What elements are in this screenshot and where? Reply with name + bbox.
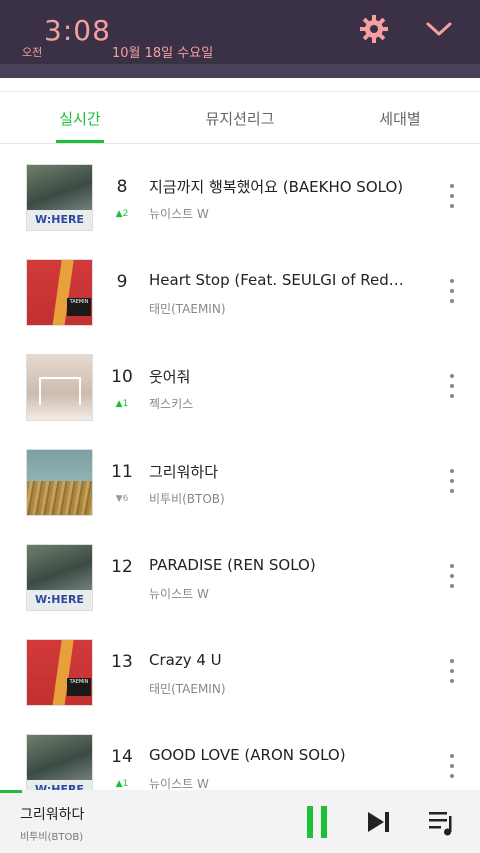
song-artist: 비투비(BTOB) [149,492,225,506]
rank-change: ▼6 [115,494,129,504]
rank-number: 13 [111,652,133,672]
rank-number: 14 [111,747,133,767]
rank-number: 8 [116,177,128,197]
playback-progress[interactable] [0,790,23,793]
music-app-screen: 3:08 오전 10월 18일 수요일 실시간 뮤지션리그 세대별 W:HERE… [0,0,480,853]
tab-musician-league[interactable]: 뮤지션리그 [160,92,320,143]
rank-change: ▲2 [115,209,129,219]
song-artist: 젝스키스 [149,397,194,411]
song-artist: 태민(TAEMIN) [149,302,226,316]
chevron-down-icon[interactable] [424,14,454,44]
chart-row[interactable]: W:HERE 12 PARADISE (REN SOLO) 뉴이스트 W [0,525,480,620]
album-cover: TAEMIN [26,639,93,706]
album-cover: W:HERE [26,544,93,611]
song-artist: 태민(TAEMIN) [149,682,226,696]
cover-text: W:HERE [27,590,92,610]
rank-change: ▲1 [115,779,129,789]
chart-row[interactable]: 11 ▼6 그리워하다 비투비(BTOB) [0,430,480,525]
song-title: 지금까지 행복했어요 (BAEKHO SOLO) [149,178,404,196]
rank-number: 9 [116,272,128,292]
more-options-icon[interactable] [440,656,464,690]
playlist-icon[interactable] [426,804,456,840]
clock-time: 3:08 [44,14,111,47]
gear-icon[interactable] [359,14,389,44]
song-title: GOOD LOVE (ARON SOLO) [149,746,346,764]
song-title: Heart Stop (Feat. SEULGI of Red… [149,271,404,289]
album-cover: W:HERE [26,734,93,790]
album-cover: TAEMIN [26,259,93,326]
chart-row[interactable]: W:HERE 8 ▲2 지금까지 행복했어요 (BAEKHO SOLO) 뉴이스… [0,145,480,240]
more-options-icon[interactable] [440,466,464,500]
more-options-icon[interactable] [440,751,464,785]
album-cover [26,449,93,516]
next-track-icon[interactable] [364,804,394,840]
cover-text: TAEMIN [67,298,91,316]
rank-number: 12 [111,557,133,577]
spacer [0,78,480,92]
song-title: Crazy 4 U [149,651,222,669]
rank-number: 10 [111,367,133,387]
song-title: 그리워하다 [149,463,219,481]
tab-realtime[interactable]: 실시간 [0,92,160,143]
now-playing-title: 그리워하다 [20,807,85,823]
song-title: 웃어줘 [149,368,191,386]
album-cover [26,354,93,421]
rank-change: ▲1 [115,399,129,409]
album-cover: W:HERE [26,164,93,231]
chart-row[interactable]: 10 ▲1 웃어줘 젝스키스 [0,335,480,430]
now-playing-artist: 비투비(BTOB) [20,832,84,843]
pause-icon[interactable] [302,804,332,840]
top-bar-shadow [0,64,480,78]
song-artist: 뉴이스트 W [149,207,209,221]
more-options-icon[interactable] [440,371,464,405]
clock-date: 10월 18일 수요일 [112,46,214,61]
more-options-icon[interactable] [440,276,464,310]
song-title: PARADISE (REN SOLO) [149,556,316,574]
chart-row[interactable]: TAEMIN 13 Crazy 4 U 태민(TAEMIN) [0,620,480,715]
more-options-icon[interactable] [440,561,464,595]
mini-player[interactable]: 그리워하다 비투비(BTOB) [0,790,480,853]
top-bar: 3:08 오전 10월 18일 수요일 [0,0,480,64]
cover-text: TAEMIN [67,678,91,696]
tab-generation[interactable]: 세대별 [320,92,480,143]
chart-tabs: 실시간 뮤지션리그 세대별 [0,92,480,144]
song-artist: 뉴이스트 W [149,587,209,601]
song-artist: 뉴이스트 W [149,777,209,790]
chart-row[interactable]: TAEMIN 9 Heart Stop (Feat. SEULGI of Red… [0,240,480,335]
cover-text: W:HERE [27,210,92,230]
clock-ampm: 오전 [22,46,43,59]
rank-number: 11 [111,462,133,482]
cover-text: W:HERE [27,780,92,790]
chart-list: W:HERE 8 ▲2 지금까지 행복했어요 (BAEKHO SOLO) 뉴이스… [0,145,480,790]
more-options-icon[interactable] [440,181,464,215]
chart-row[interactable]: W:HERE 14 ▲1 GOOD LOVE (ARON SOLO) 뉴이스트 … [0,715,480,790]
